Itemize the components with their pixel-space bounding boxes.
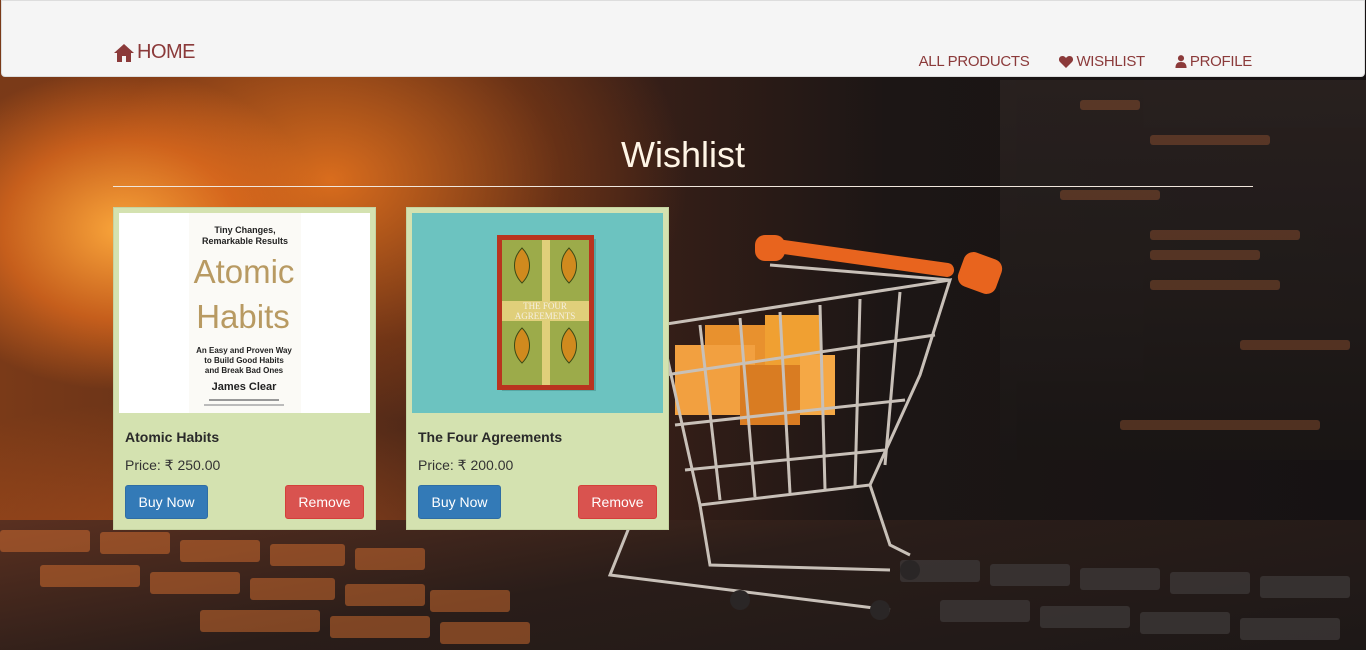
svg-text:Habits: Habits [196, 298, 290, 335]
title-divider [113, 186, 1253, 187]
home-link-label: HOME [137, 41, 196, 63]
product-price: Price: ₹ 200.00 [418, 457, 514, 473]
svg-text:Tiny Changes,: Tiny Changes, [214, 225, 275, 235]
svg-text:Remarkable Results: Remarkable Results [202, 236, 288, 246]
buy-now-button[interactable]: Buy Now [418, 485, 501, 519]
svg-text:AGREEMENTS: AGREEMENTS [515, 311, 576, 321]
nav-profile-label: PROFILE [1189, 53, 1252, 70]
home-icon [114, 43, 134, 62]
wishlist-card: Tiny Changes, Remarkable Results Atomic … [113, 207, 376, 530]
nav-all-products-label: ALL PRODUCTS [918, 53, 1030, 70]
product-title: Atomic Habits [125, 429, 220, 445]
nav-all-products[interactable]: ALL PRODUCTS [919, 53, 1030, 70]
atomic-habits-cover: Tiny Changes, Remarkable Results Atomic … [189, 213, 301, 413]
product-image: Tiny Changes, Remarkable Results Atomic … [119, 213, 370, 413]
nav-wishlist-label: WISHLIST [1076, 53, 1145, 70]
svg-text:James Clear: James Clear [212, 381, 278, 393]
remove-button[interactable]: Remove [578, 485, 657, 519]
wishlist-card: THE FOUR AGREEMENTS The Four Agreements … [406, 207, 669, 530]
home-link[interactable]: HOME [114, 41, 196, 64]
user-icon [1175, 55, 1187, 68]
product-price: Price: ₹ 250.00 [125, 457, 221, 473]
svg-text:An Easy and Proven Way: An Easy and Proven Way [196, 346, 292, 355]
heart-icon [1059, 56, 1074, 68]
svg-text:to Build Good Habits: to Build Good Habits [204, 356, 284, 365]
nav-profile[interactable]: PROFILE [1175, 53, 1252, 70]
buy-now-button[interactable]: Buy Now [125, 485, 208, 519]
svg-text:and Break Bad Ones: and Break Bad Ones [205, 366, 284, 375]
remove-button[interactable]: Remove [285, 485, 364, 519]
nav-wishlist[interactable]: WISHLIST [1059, 53, 1145, 70]
svg-text:Atomic: Atomic [194, 253, 295, 290]
page-title: Wishlist [621, 134, 745, 175]
nav-links: ALL PRODUCTS WISHLIST PROFILE [919, 53, 1253, 70]
four-agreements-cover: THE FOUR AGREEMENTS [497, 235, 596, 391]
svg-text:THE FOUR: THE FOUR [523, 301, 567, 311]
product-image: THE FOUR AGREEMENTS [412, 213, 663, 413]
product-title: The Four Agreements [418, 429, 563, 445]
top-navbar: HOME ALL PRODUCTS WISHLIST PROFILE [1, 0, 1365, 77]
